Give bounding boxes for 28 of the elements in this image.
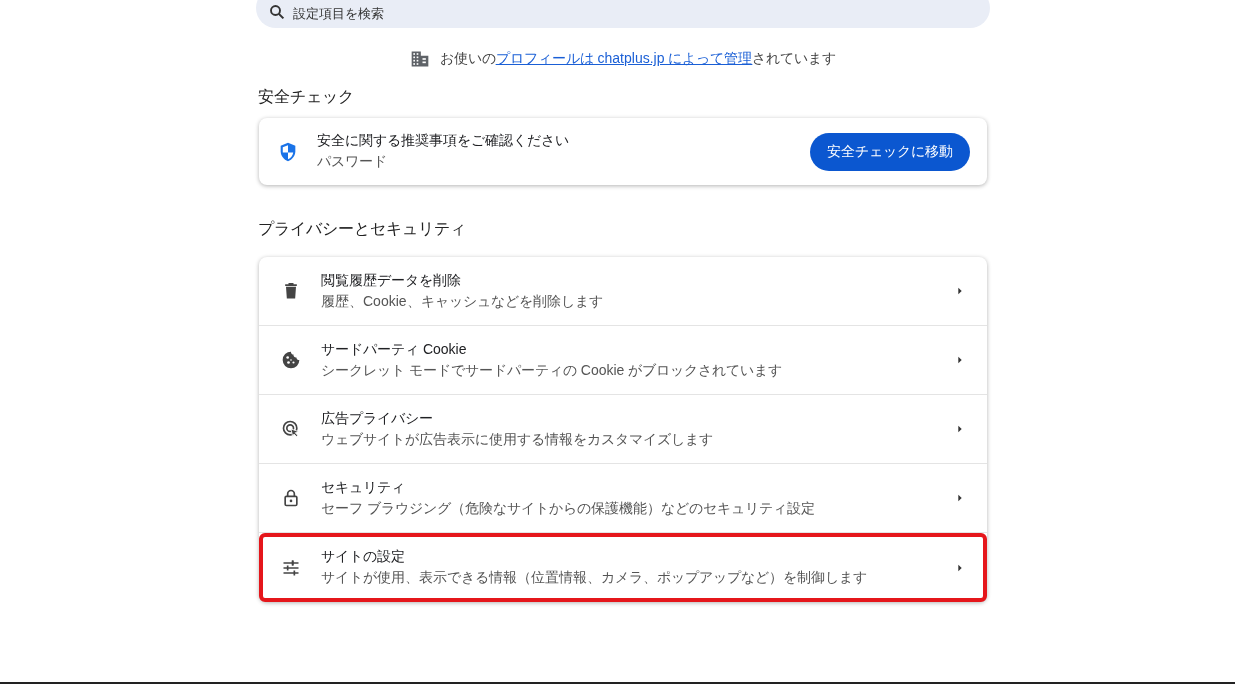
row-title: セキュリティ	[321, 478, 406, 497]
settings-row[interactable]: サードパーティ Cookie シークレット モードでサードパーティの Cookie がブロックされています	[259, 326, 987, 395]
row-title: サイトの設定	[321, 548, 406, 566]
section-heading: プライバシーとセキュリティ	[258, 219, 467, 239]
row-subtitle: シークレット モードでサードパーティの Cookie がブロックされています	[321, 361, 784, 380]
profile-link[interactable]: プロフィールは chatplus.jp によって管理	[495, 50, 753, 66]
managed-notice: お使いのプロフィールは chatplus.jp によって管理されています	[439, 50, 837, 68]
row-subtitle: 履歴、Cookie、キャッシュなどを削除します	[321, 292, 604, 311]
target-cursor-icon	[281, 419, 301, 439]
settings-row[interactable]: セキュリティ セーフ ブラウジング（危険なサイトからの保護機能）などのセキュリティ設定	[259, 464, 987, 533]
settings-row[interactable]: サイトの設定 サイトが使用、表示できる情報（位置情報、カメラ、ポップアップなど）を制御します	[259, 533, 987, 602]
settings-row[interactable]: 広告プライバシー ウェブサイトが広告表示に使用する情報をカスタマイズします	[259, 395, 987, 464]
safety-check-button[interactable]: 安全チェックに移動	[810, 132, 970, 171]
search-icon	[268, 3, 286, 21]
row-subtitle: セーフ ブラウジング（危険なサイトからの保護機能）などのセキュリティ設定	[321, 499, 816, 518]
row-title: 広告プライバシー	[321, 409, 434, 428]
building-icon	[409, 49, 430, 69]
card-subtitle: パスワード	[317, 153, 388, 171]
lock-icon	[281, 488, 301, 508]
row-subtitle: サイトが使用、表示できる情報（位置情報、カメラ、ポップアップなど）を制御します	[321, 569, 868, 587]
row-title: 閲覧履歴データを削除	[321, 271, 462, 290]
section-heading: 安全チェック	[258, 87, 355, 107]
cookie-icon	[281, 350, 301, 370]
card-title: 安全に関する推奨事項をご確認ください	[317, 132, 570, 150]
row-title: サードパーティ Cookie	[321, 340, 468, 359]
row-subtitle: ウェブサイトが広告表示に使用する情報をカスタマイズします	[321, 430, 714, 449]
search-field[interactable]: 設定項目を検索	[256, 0, 990, 28]
settings-row[interactable]: 閲覧履歴データを削除 履歴、Cookie、キャッシュなどを削除します	[259, 257, 987, 326]
